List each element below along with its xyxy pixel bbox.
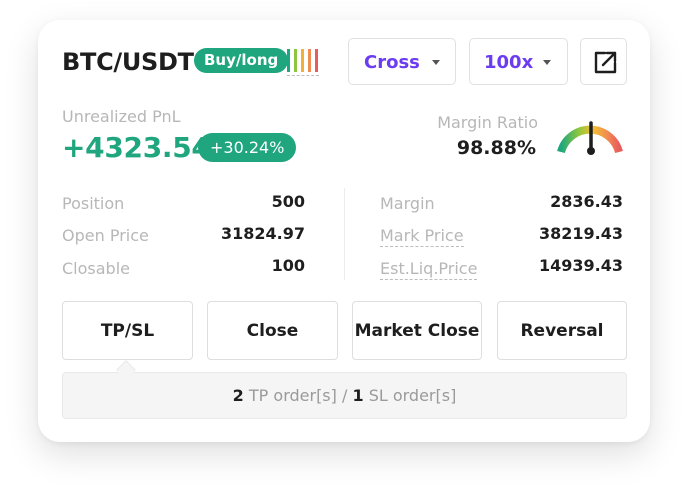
margin-mode-label: Cross [364,52,420,73]
margin-ratio-label: Margin Ratio [437,113,538,132]
margin-mode-select[interactable]: Cross [348,38,456,85]
signal-bar [294,49,297,72]
position-value: 500 [271,192,305,211]
margin-value: 2836.43 [550,192,623,211]
margin-ratio-value: 98.88% [456,137,536,159]
position-label: Position [62,194,125,213]
reversal-button[interactable]: Reversal [497,301,627,360]
leverage-select[interactable]: 100x [469,38,568,85]
tpsl-button[interactable]: TP/SL [62,301,193,360]
orders-summary[interactable]: 2 TP order[s] / 1 SL order[s] [62,372,627,419]
trading-pair: BTC/USDT [62,48,194,76]
market-close-button[interactable]: Market Close [352,301,482,360]
mark-price-value: 38219.43 [538,224,623,243]
close-button[interactable]: Close [207,301,338,360]
caret-down-icon [432,60,440,65]
tp-order-count: 2 [232,386,244,405]
divider [344,188,345,280]
margin-label: Margin [380,194,435,213]
signal-bar [301,49,304,72]
open-price-label: Open Price [62,226,149,245]
caret-down-icon [543,60,551,65]
closable-label: Closable [62,259,130,278]
signal-bar [308,49,311,72]
sl-order-count: 1 [352,386,364,405]
leverage-label: 100x [484,52,534,73]
est-liq-price-label[interactable]: Est.Liq.Price [380,259,478,280]
share-button[interactable] [580,38,627,85]
sl-order-text: SL order[s] [368,386,457,405]
side-badge: Buy/long [194,48,289,73]
pnl-value: +4323.54 [62,131,211,164]
margin-gauge-icon [557,121,623,155]
closable-value: 100 [271,256,305,275]
share-icon [594,51,617,74]
gauge-hub [587,147,595,155]
est-liq-price-value: 14939.43 [538,256,623,275]
signal-bar [287,49,290,72]
position-card: BTC/USDT Buy/long Cross 100x Unrealized … [38,20,650,442]
open-price-value: 31824.97 [220,224,305,243]
mark-price-label[interactable]: Mark Price [380,226,464,247]
signal-bar [315,49,318,72]
pnl-label: Unrealized PnL [62,107,181,126]
tp-order-text: TP order[s] / [248,386,348,405]
dashed-underline [287,75,319,76]
signal-bars-icon [287,49,321,77]
pnl-percent-badge: +30.24% [198,133,297,162]
